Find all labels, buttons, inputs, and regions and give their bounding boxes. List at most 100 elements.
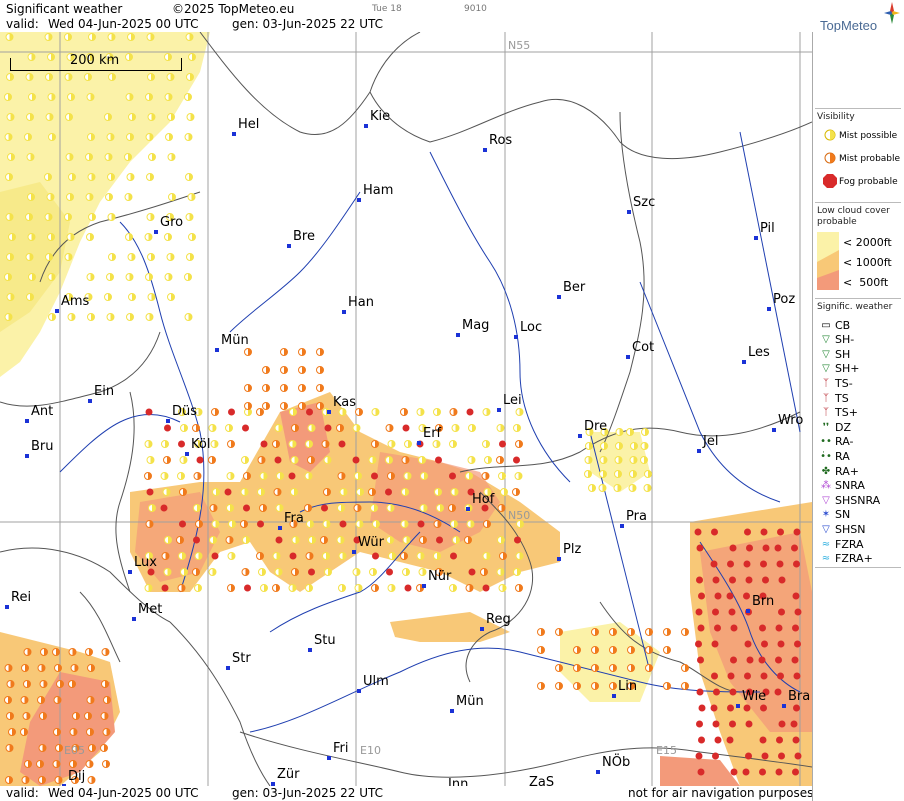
city-label[interactable]: Lei (503, 394, 522, 408)
city-label[interactable]: Rei (11, 591, 31, 605)
city-label[interactable]: Kas (333, 396, 356, 410)
mist-marker (187, 193, 196, 201)
city-label[interactable]: Ams (61, 295, 89, 309)
city-label[interactable]: Han (348, 296, 374, 310)
city-label[interactable]: Erf (423, 427, 441, 441)
mist-marker (161, 552, 170, 560)
city-label[interactable]: Wro (778, 414, 803, 428)
mist-marker (256, 552, 264, 560)
city-label[interactable]: Köl (191, 438, 210, 452)
mist-marker (86, 728, 94, 736)
city-label[interactable]: Ulm (363, 675, 389, 689)
fog-marker (385, 488, 392, 496)
mist-marker (23, 680, 31, 688)
city-label[interactable]: Hof (472, 493, 494, 507)
city-marker (364, 124, 368, 128)
mist-marker (212, 488, 220, 496)
city-label[interactable]: Hel (238, 118, 259, 132)
fog-marker (727, 560, 734, 568)
city-label[interactable]: Bre (293, 230, 315, 244)
city-label[interactable]: Lux (134, 556, 157, 570)
city-label[interactable]: Ber (563, 281, 585, 295)
city-label[interactable]: Ros (489, 134, 512, 148)
mist-marker (107, 173, 115, 181)
weather-map[interactable]: 200 km N55 N50 E05 E10 E15 Hel Kie Ros Ham S… (0, 32, 812, 786)
mist-marker (86, 93, 95, 101)
mist-marker (194, 552, 203, 560)
mist-marker (107, 33, 116, 41)
mist-marker (86, 233, 94, 241)
mist-marker (101, 680, 109, 688)
city-label[interactable]: Stu (314, 634, 336, 648)
city-label[interactable]: Fra (284, 512, 304, 526)
city-label[interactable]: NÖb (602, 756, 630, 770)
mist-marker (369, 568, 377, 576)
city-label[interactable]: Zür (277, 768, 300, 782)
city-label[interactable]: Mün (221, 334, 249, 348)
legend-sigwx-item: ❜❜ DZ (817, 420, 851, 434)
city-label[interactable]: Wie (742, 690, 766, 704)
mist-marker (588, 484, 596, 492)
city-label[interactable]: Mag (462, 319, 489, 333)
fog-marker (758, 656, 766, 664)
mist-marker (272, 440, 280, 448)
city-label[interactable]: Kie (370, 110, 390, 124)
mist-marker (400, 520, 409, 528)
city-label[interactable]: Lin (618, 680, 637, 694)
mist-marker (164, 233, 172, 241)
mist-marker (416, 408, 425, 416)
city-label[interactable]: Pil (760, 222, 775, 236)
fog-marker (794, 640, 801, 648)
city-label[interactable]: Brn (752, 595, 774, 609)
city-label[interactable]: Gro (160, 216, 183, 230)
city-label[interactable]: Ant (31, 405, 53, 419)
mist-marker (6, 113, 15, 121)
city-label[interactable]: Met (138, 603, 162, 617)
city-label[interactable]: Inn (448, 778, 468, 787)
city-label[interactable]: Dre (584, 420, 607, 434)
mist-marker (38, 744, 47, 752)
mist-marker (45, 253, 53, 261)
city-label[interactable]: Ham (363, 184, 393, 198)
city-label[interactable]: Mün (456, 695, 484, 709)
mist-marker (385, 456, 393, 464)
fog-marker (698, 704, 706, 712)
city-label[interactable]: Bra (788, 690, 810, 704)
mist-marker (262, 402, 270, 410)
mist-marker (352, 568, 361, 576)
mist-marker (6, 712, 14, 720)
city-label[interactable]: Str (232, 652, 251, 666)
city-label[interactable]: Reg (486, 613, 511, 627)
city-label[interactable]: Loc (520, 321, 542, 335)
mist-marker (371, 408, 380, 416)
mist-marker (106, 133, 115, 141)
legend-sigwx-item: ▭ CB (817, 318, 850, 332)
city-label[interactable]: Pra (626, 510, 647, 524)
city-label[interactable]: Bru (31, 440, 54, 454)
city-label[interactable]: Ein (94, 385, 114, 399)
mist-marker (126, 313, 134, 321)
fog-marker (499, 440, 506, 448)
city-label[interactable]: Dij (68, 770, 85, 784)
city-label[interactable]: Düs (172, 405, 197, 419)
city-label[interactable]: Cot (632, 341, 654, 355)
city-label[interactable]: Nür (428, 570, 451, 584)
city-label[interactable]: Poz (773, 293, 795, 307)
city-label[interactable]: Fri (333, 742, 349, 756)
fog-marker (211, 552, 219, 560)
fog-marker (386, 568, 393, 576)
fog-marker (746, 656, 754, 664)
mist-marker (124, 193, 133, 201)
city-label[interactable]: Wür (358, 536, 384, 550)
fog-marker (791, 544, 798, 552)
city-label[interactable]: ZaS (529, 776, 554, 787)
city-label[interactable]: Szc (633, 196, 655, 210)
footer-valid-label: valid: (6, 786, 39, 800)
mist-marker (39, 712, 47, 720)
city-label[interactable]: Les (748, 346, 770, 360)
city-label[interactable]: Plz (563, 543, 581, 557)
city-label[interactable]: Jel (703, 435, 718, 449)
fog-marker (759, 624, 766, 632)
fog-marker (257, 520, 264, 528)
mist-marker (298, 366, 306, 374)
